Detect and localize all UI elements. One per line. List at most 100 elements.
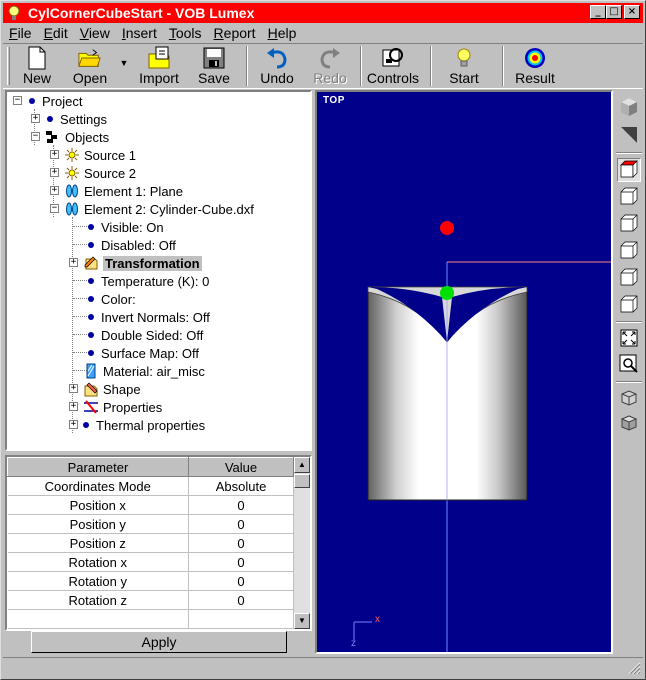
expand-icon[interactable]: + bbox=[69, 384, 78, 393]
tree-node-material[interactable]: Material: air_misc bbox=[83, 362, 205, 380]
expand-icon[interactable]: + bbox=[31, 114, 40, 123]
param-value[interactable]: 0 bbox=[188, 571, 294, 591]
tree-node-disabled[interactable]: Disabled: Off bbox=[85, 236, 176, 254]
menu-help[interactable]: Help bbox=[262, 25, 303, 41]
table-row[interactable]: Coordinates Mode Absolute bbox=[7, 476, 294, 496]
redo-button[interactable]: Redo bbox=[306, 44, 354, 86]
tree-node-settings[interactable]: + Settings bbox=[31, 110, 107, 128]
param-value[interactable]: 0 bbox=[188, 590, 294, 610]
table-row[interactable]: Rotation y0 bbox=[7, 571, 294, 591]
shaded-view-button[interactable] bbox=[617, 124, 641, 148]
save-button[interactable]: Save bbox=[188, 44, 240, 86]
solid-view-button[interactable] bbox=[617, 412, 641, 436]
scroll-up-button[interactable]: ▲ bbox=[294, 457, 310, 473]
start-button[interactable]: Start bbox=[432, 44, 496, 86]
parameter-scrollbar[interactable]: ▲ ▼ bbox=[294, 457, 310, 629]
expand-icon[interactable]: + bbox=[69, 420, 78, 429]
tree-node-properties[interactable]: + Properties bbox=[69, 398, 162, 416]
param-value[interactable]: 0 bbox=[188, 533, 294, 553]
view-left-button[interactable] bbox=[617, 293, 641, 317]
tree-node-thermal-properties[interactable]: + Thermal properties bbox=[69, 416, 205, 434]
close-icon: × bbox=[627, 6, 637, 17]
element-marker-green bbox=[440, 286, 454, 300]
table-row[interactable]: Position z0 bbox=[7, 533, 294, 553]
new-button[interactable]: New bbox=[12, 44, 62, 86]
sun-icon bbox=[64, 165, 80, 181]
tree-node-temperature[interactable]: Temperature (K): 0 bbox=[85, 272, 209, 290]
expand-icon[interactable]: + bbox=[50, 168, 59, 177]
expand-icon[interactable]: + bbox=[69, 258, 78, 267]
menu-edit[interactable]: Edit bbox=[38, 25, 74, 41]
column-header-parameter[interactable]: Parameter bbox=[7, 457, 189, 477]
zoom-window-button[interactable] bbox=[617, 353, 641, 377]
param-value[interactable]: Absolute bbox=[188, 476, 294, 496]
undo-button[interactable]: Undo bbox=[248, 44, 306, 86]
apply-button[interactable]: Apply bbox=[31, 631, 287, 653]
scroll-down-button[interactable]: ▼ bbox=[294, 613, 310, 629]
menu-tools[interactable]: Tools bbox=[163, 25, 208, 41]
open-dropdown-arrow[interactable]: ▼ bbox=[118, 58, 130, 68]
tree-node-transformation[interactable]: + Transformation bbox=[69, 254, 202, 272]
expand-icon[interactable]: + bbox=[50, 150, 59, 159]
view-bottom-button[interactable] bbox=[617, 266, 641, 290]
view-top-button[interactable] bbox=[617, 158, 641, 182]
3d-viewport[interactable]: TOP x z bbox=[315, 90, 613, 654]
tree-node-color[interactable]: Color: bbox=[85, 290, 136, 308]
table-row[interactable]: Rotation z0 bbox=[7, 590, 294, 610]
menu-report[interactable]: Report bbox=[208, 25, 262, 41]
bullet-icon bbox=[88, 332, 94, 338]
window-title: CylCornerCubeStart - VOB Lumex bbox=[28, 5, 255, 21]
column-header-value[interactable]: Value bbox=[188, 457, 294, 477]
tree-node-surface-map[interactable]: Surface Map: Off bbox=[85, 344, 199, 362]
collapse-icon[interactable]: − bbox=[50, 204, 59, 213]
maximize-button[interactable]: □ bbox=[606, 5, 622, 19]
table-row[interactable]: Rotation x0 bbox=[7, 552, 294, 572]
resize-grip-icon[interactable] bbox=[627, 661, 641, 675]
objects-icon bbox=[45, 129, 61, 145]
tree-node-source-2[interactable]: + Source 2 bbox=[50, 164, 136, 182]
expand-icon[interactable]: + bbox=[50, 186, 59, 195]
collapse-icon[interactable]: − bbox=[31, 132, 40, 141]
menu-insert[interactable]: Insert bbox=[116, 25, 163, 41]
zoom-fit-button[interactable] bbox=[617, 327, 641, 351]
table-row[interactable]: Position x0 bbox=[7, 495, 294, 515]
wireframe-view-button[interactable] bbox=[617, 387, 641, 411]
tree-node-element-2[interactable]: − Element 2: Cylinder-Cube.dxf bbox=[50, 200, 254, 218]
close-button[interactable]: × bbox=[624, 5, 640, 19]
project-tree[interactable]: − Project + Settings − Objects + Source … bbox=[5, 90, 312, 451]
axis-gizmo bbox=[353, 621, 372, 640]
perspective-view-button[interactable] bbox=[617, 96, 641, 120]
tree-node-source-1[interactable]: + Source 1 bbox=[50, 146, 136, 164]
magnifier-icon bbox=[619, 354, 639, 377]
tree-node-double-sided[interactable]: Double Sided: Off bbox=[85, 326, 203, 344]
toolbar-grip[interactable] bbox=[7, 47, 10, 85]
view-side-button[interactable] bbox=[617, 212, 641, 236]
menu-file[interactable]: File bbox=[3, 25, 38, 41]
expand-icon[interactable]: + bbox=[69, 402, 78, 411]
param-value[interactable]: 0 bbox=[188, 552, 294, 572]
menu-view[interactable]: View bbox=[74, 25, 116, 41]
scroll-thumb[interactable] bbox=[294, 474, 310, 488]
tree-node-invert-normals[interactable]: Invert Normals: Off bbox=[85, 308, 210, 326]
table-row[interactable]: Position y0 bbox=[7, 514, 294, 534]
collapse-icon[interactable]: − bbox=[13, 96, 22, 105]
view-front-button[interactable] bbox=[617, 185, 641, 209]
tree-node-shape[interactable]: + Shape bbox=[69, 380, 141, 398]
tree-node-visible[interactable]: Visible: On bbox=[85, 218, 164, 236]
view-toolbar-separator bbox=[616, 381, 642, 383]
solid-cube-icon bbox=[620, 414, 638, 435]
controls-button[interactable]: Controls bbox=[362, 44, 424, 86]
tree-node-project[interactable]: − Project bbox=[13, 92, 82, 110]
param-value[interactable]: 0 bbox=[188, 514, 294, 534]
tree-node-element-1[interactable]: + Element 1: Plane bbox=[50, 182, 183, 200]
minimize-button[interactable]: _ bbox=[590, 5, 606, 19]
param-value[interactable]: 0 bbox=[188, 495, 294, 515]
open-button[interactable]: Open bbox=[62, 44, 118, 86]
result-button[interactable]: Result bbox=[504, 44, 566, 86]
import-button[interactable]: Import bbox=[130, 44, 188, 86]
arrow-up-icon: ▲ bbox=[298, 460, 306, 469]
tree-node-objects[interactable]: − Objects bbox=[31, 128, 109, 146]
parameter-grid[interactable]: Parameter Value Coordinates Mode Absolute… bbox=[5, 455, 312, 631]
title-bar[interactable]: CylCornerCubeStart - VOB Lumex _ □ × bbox=[3, 3, 643, 23]
view-back-button[interactable] bbox=[617, 239, 641, 263]
